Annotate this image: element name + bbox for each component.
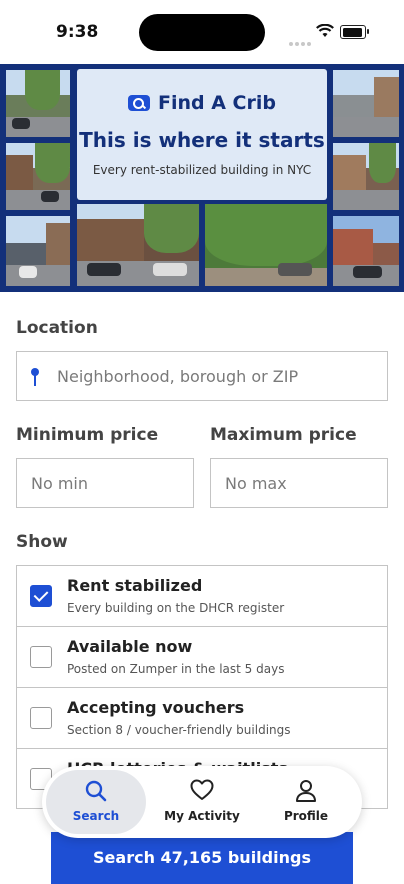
photo-tile xyxy=(6,70,70,137)
min-price-label: Minimum price xyxy=(16,425,159,445)
photo-tile xyxy=(333,70,399,137)
tab-label: My Activity xyxy=(164,809,240,823)
option-subtitle: Section 8 / voucher-friendly buildings xyxy=(67,723,291,737)
brand-card: Find A Crib This is where it starts Ever… xyxy=(77,69,327,200)
status-bar: 9:38 xyxy=(0,0,404,64)
available-now-checkbox[interactable] xyxy=(30,646,52,668)
search-buildings-button[interactable]: Search 47,165 buildings xyxy=(51,832,353,884)
brand-name: Find A Crib xyxy=(158,92,276,114)
show-label: Show xyxy=(16,532,68,552)
tab-label: Search xyxy=(72,809,120,823)
hero-title: This is where it starts xyxy=(79,128,325,152)
hero-banner: Find A Crib This is where it starts Ever… xyxy=(0,64,404,292)
cellular-signal-icon xyxy=(289,31,313,50)
min-price-input[interactable] xyxy=(16,458,194,508)
photo-tile xyxy=(77,204,199,286)
photo-tile xyxy=(333,216,399,286)
photo-tile xyxy=(6,216,70,286)
search-icon xyxy=(85,780,107,802)
person-icon xyxy=(296,780,316,802)
status-time: 9:38 xyxy=(56,22,99,42)
rent-stabilized-checkbox[interactable] xyxy=(30,585,52,607)
option-subtitle: Posted on Zumper in the last 5 days xyxy=(67,662,285,676)
photo-tile xyxy=(205,204,327,286)
wifi-icon xyxy=(316,24,334,37)
max-price-label: Maximum price xyxy=(210,425,357,445)
photo-tile xyxy=(333,143,399,210)
battery-tip xyxy=(367,29,369,34)
hero-subtitle: Every rent-stabilized building in NYC xyxy=(92,163,312,177)
location-input[interactable] xyxy=(16,351,388,401)
tab-label: Profile xyxy=(283,809,329,823)
photo-tile xyxy=(6,143,70,210)
bottom-tab-bar: Search My Activity Profile xyxy=(42,766,362,838)
option-title: Accepting vouchers xyxy=(67,698,245,717)
tab-profile[interactable]: Profile xyxy=(254,766,358,838)
option-title: Available now xyxy=(67,637,193,656)
accepting-vouchers-checkbox[interactable] xyxy=(30,707,52,729)
tab-search[interactable]: Search xyxy=(42,766,150,838)
location-label: Location xyxy=(16,318,98,338)
heart-icon xyxy=(190,779,214,800)
option-accepting-vouchers[interactable]: Accepting vouchers Section 8 / voucher-f… xyxy=(17,688,387,749)
option-title: Rent stabilized xyxy=(67,576,203,595)
tab-my-activity[interactable]: My Activity xyxy=(150,766,254,838)
max-price-input[interactable] xyxy=(210,458,388,508)
option-subtitle: Every building on the DHCR register xyxy=(67,601,285,615)
option-rent-stabilized[interactable]: Rent stabilized Every building on the DH… xyxy=(17,566,387,627)
option-available-now[interactable]: Available now Posted on Zumper in the la… xyxy=(17,627,387,688)
brand-logo: Find A Crib xyxy=(77,92,327,114)
dynamic-island xyxy=(139,14,265,51)
crib-logo-icon xyxy=(128,95,150,111)
battery-icon xyxy=(340,25,366,39)
location-pin-icon xyxy=(31,368,39,386)
